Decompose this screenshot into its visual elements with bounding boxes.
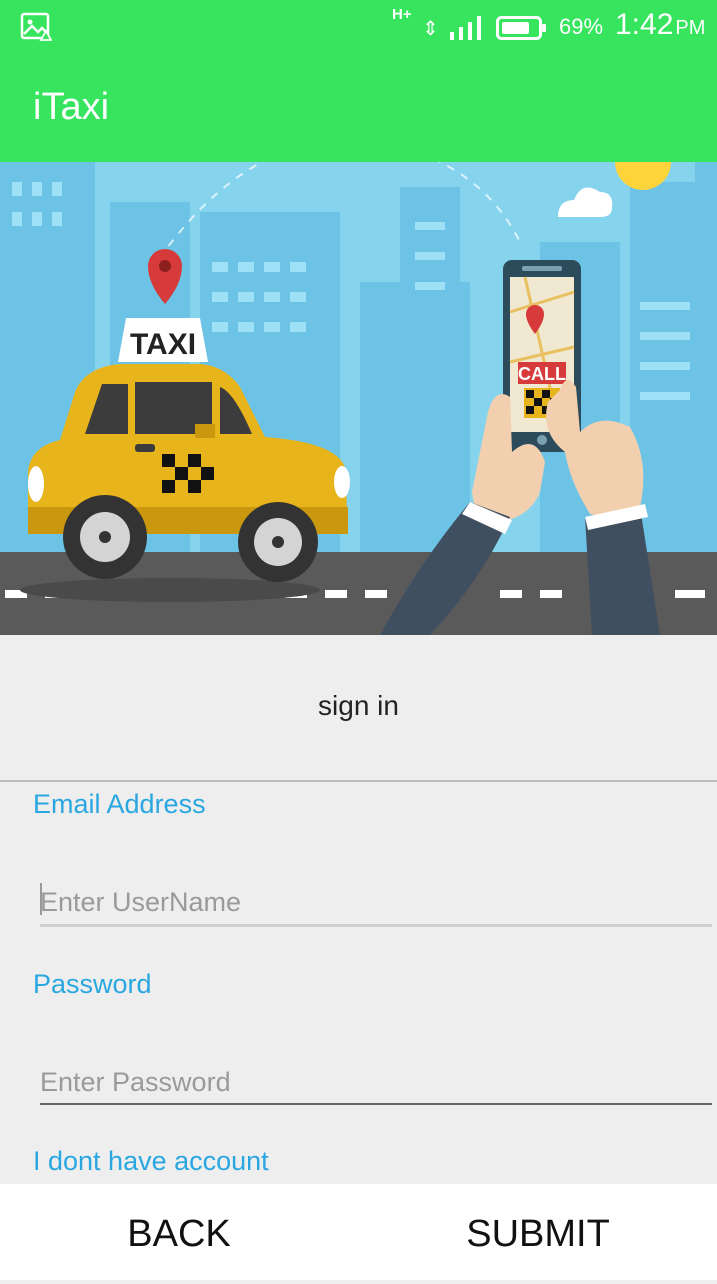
password-label: Password bbox=[33, 969, 152, 999]
phone-call-text: CALL bbox=[518, 364, 566, 384]
bottom-button-bar: BACK SUBMIT bbox=[0, 1184, 717, 1280]
password-underline bbox=[40, 1103, 712, 1105]
taxi-sign-text: TAXI bbox=[130, 328, 196, 361]
clock: 1:42 PM bbox=[615, 8, 705, 42]
network-type: H+ bbox=[392, 6, 412, 23]
app-title: iTaxi bbox=[33, 86, 110, 128]
password-input[interactable] bbox=[40, 1060, 712, 1104]
battery-percentage: 69% bbox=[559, 14, 604, 39]
app-bar: iTaxi bbox=[0, 56, 717, 162]
clock-ampm: PM bbox=[675, 17, 706, 39]
no-account-link[interactable]: I dont have account bbox=[33, 1146, 269, 1177]
battery-icon bbox=[496, 16, 546, 40]
taxi-hero-illustration: TAXI CALL bbox=[0, 162, 717, 635]
divider bbox=[0, 780, 717, 782]
email-label: Email Address bbox=[33, 789, 206, 819]
submit-button[interactable]: SUBMIT bbox=[359, 1184, 717, 1280]
gallery-icon bbox=[20, 12, 52, 41]
clock-time: 1:42 bbox=[615, 8, 674, 41]
status-bar: H+ ⇕ 69% 1:42 PM bbox=[0, 0, 717, 56]
sign-in-title: sign in bbox=[318, 690, 399, 721]
data-activity-icon: ⇕ bbox=[422, 18, 439, 40]
back-button[interactable]: BACK bbox=[0, 1184, 358, 1280]
username-input[interactable] bbox=[40, 880, 712, 924]
username-underline bbox=[40, 924, 712, 927]
signal-icon bbox=[450, 16, 481, 40]
